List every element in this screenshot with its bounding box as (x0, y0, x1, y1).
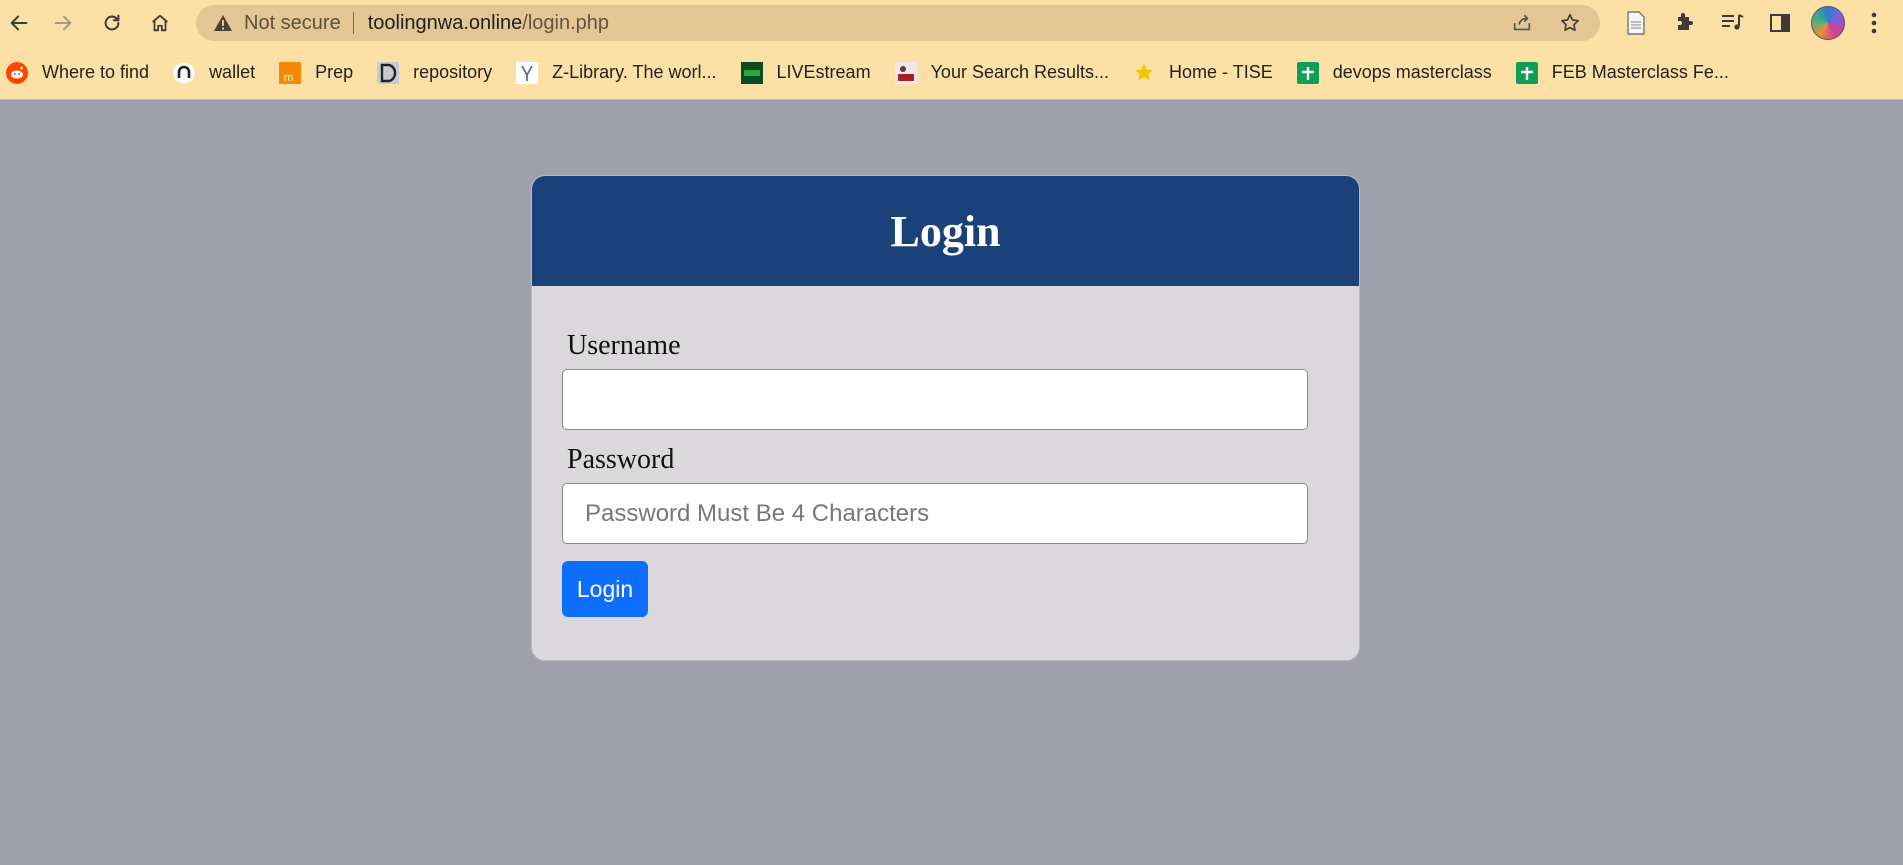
livestream-icon (740, 61, 763, 84)
bookmark-feb-masterclass[interactable]: FEB Masterclass Fe... (1508, 55, 1739, 91)
bookmark-label: Home - TISE (1169, 62, 1273, 82)
bookmark-home-tise[interactable]: Home - TISE (1125, 55, 1283, 91)
reddit-icon (6, 61, 28, 84)
avatar-image (1811, 6, 1845, 40)
url-host[interactable]: toolingnwa.online (368, 12, 523, 35)
page-title: Login (890, 206, 1001, 256)
bookmark-label: Your Search Results... (930, 62, 1110, 82)
warning-icon[interactable] (212, 12, 234, 34)
wallet-icon (173, 62, 195, 84)
address-bar[interactable]: Not secure toolingnwa.online/login.php (196, 5, 1600, 41)
bookmark-star-icon[interactable] (1550, 5, 1590, 41)
sheets-icon (1515, 61, 1538, 84)
nav-buttons (0, 3, 184, 43)
password-label: Password (567, 444, 675, 475)
search-results-icon (894, 61, 917, 84)
bookmarks-bar: Where to find wallet m Prep repository Z… (0, 46, 1903, 100)
bookmark-label: Z-Library. The worl... (552, 62, 717, 82)
bookmark-where-to-find[interactable]: Where to find (0, 55, 159, 91)
zlibrary-icon (516, 61, 539, 84)
bookmark-label: FEB Masterclass Fe... (1551, 62, 1729, 82)
browser-toolbar: Not secure toolingnwa.online/login.php (0, 0, 1903, 46)
bookmark-zlibrary[interactable]: Z-Library. The worl... (508, 55, 726, 91)
bookmark-livestream[interactable]: LIVEstream (733, 55, 881, 91)
bookmark-search-results[interactable]: Your Search Results... (887, 55, 1119, 91)
star-icon (1133, 62, 1155, 84)
forward-icon[interactable] (38, 3, 88, 43)
prep-icon: m (279, 61, 302, 84)
bookmark-wallet[interactable]: wallet (165, 55, 265, 91)
sheets-icon (1296, 61, 1319, 84)
side-panel-icon[interactable] (1756, 3, 1804, 43)
home-icon[interactable] (136, 3, 184, 43)
bookmark-label: Prep (315, 62, 354, 82)
extensions-puzzle-icon[interactable] (1660, 3, 1708, 43)
password-input[interactable] (562, 483, 1308, 544)
profile-avatar[interactable] (1804, 3, 1852, 43)
bookmark-prep[interactable]: m Prep (271, 55, 363, 91)
bookmark-label: repository (413, 62, 493, 82)
bookmark-devops-masterclass[interactable]: devops masterclass (1289, 55, 1502, 91)
login-button[interactable]: Login (562, 561, 648, 617)
bookmark-label: devops masterclass (1332, 62, 1492, 82)
address-bar-actions (1502, 5, 1590, 41)
username-label: Username (567, 330, 681, 361)
username-input[interactable] (562, 369, 1308, 430)
bookmark-label: wallet (209, 62, 256, 82)
security-status[interactable]: Not secure (244, 12, 341, 35)
address-divider (352, 12, 354, 34)
back-icon[interactable] (0, 3, 38, 43)
url-path[interactable]: /login.php (522, 12, 609, 35)
bookmark-label: Where to find (42, 62, 150, 82)
login-card: Login Username Password Login (531, 175, 1360, 661)
login-card-header: Login (532, 176, 1359, 286)
menu-kebab-icon[interactable] (1852, 3, 1896, 43)
bookmark-repository[interactable]: repository (369, 55, 502, 91)
svg-text:m: m (284, 72, 293, 84)
media-queue-icon[interactable] (1708, 3, 1756, 43)
share-icon[interactable] (1502, 5, 1542, 41)
document-icon[interactable] (1612, 3, 1660, 43)
bookmark-label: LIVEstream (776, 62, 871, 82)
extension-area (1612, 3, 1896, 43)
repository-icon (377, 61, 400, 84)
reload-icon[interactable] (88, 3, 136, 43)
